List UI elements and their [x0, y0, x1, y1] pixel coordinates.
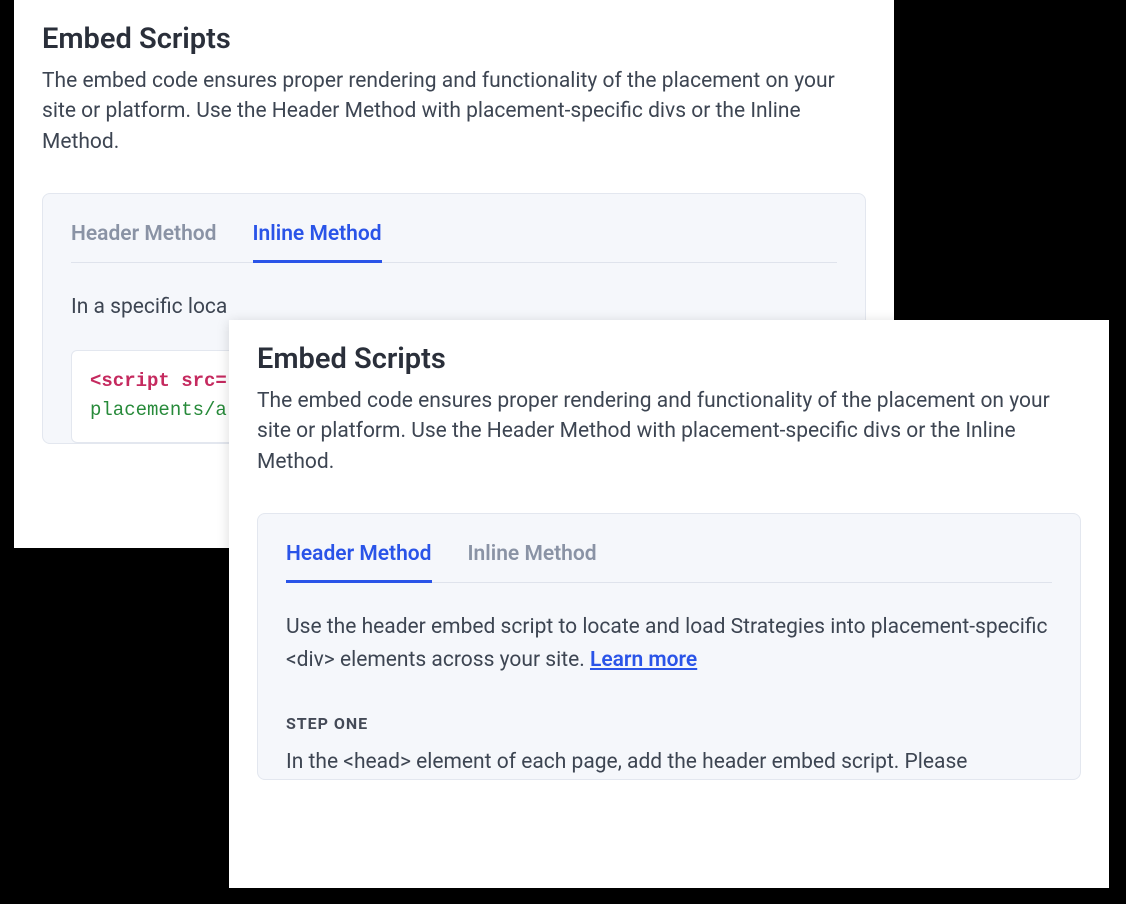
tab-inline-method[interactable]: Inline Method: [253, 222, 382, 263]
embed-card-header: Embed Scripts The embed code ensures pro…: [229, 320, 1109, 888]
tab-bar: Header Method Inline Method: [71, 222, 837, 263]
panel-body: Use the header embed script to locate an…: [286, 611, 1052, 778]
learn-more-link[interactable]: Learn more: [590, 648, 697, 672]
code-line1: <script src=: [90, 370, 227, 392]
card-title: Embed Scripts: [257, 342, 1081, 376]
tab-header-method[interactable]: Header Method: [286, 542, 432, 583]
step-label: STEP ONE: [286, 712, 1052, 737]
card-description: The embed code ensures proper rendering …: [42, 66, 866, 157]
card-title: Embed Scripts: [42, 22, 866, 56]
panel-intro-text: In a specific loca: [71, 295, 227, 319]
card-description: The embed code ensures proper rendering …: [257, 386, 1081, 477]
tab-bar: Header Method Inline Method: [286, 542, 1052, 583]
tab-header-method[interactable]: Header Method: [71, 222, 217, 263]
tab-inline-method[interactable]: Inline Method: [468, 542, 597, 583]
code-line2: placements/a: [90, 399, 227, 421]
step-text: In the <head> element of each page, add …: [286, 747, 1052, 779]
method-panel: Header Method Inline Method Use the head…: [257, 513, 1081, 779]
